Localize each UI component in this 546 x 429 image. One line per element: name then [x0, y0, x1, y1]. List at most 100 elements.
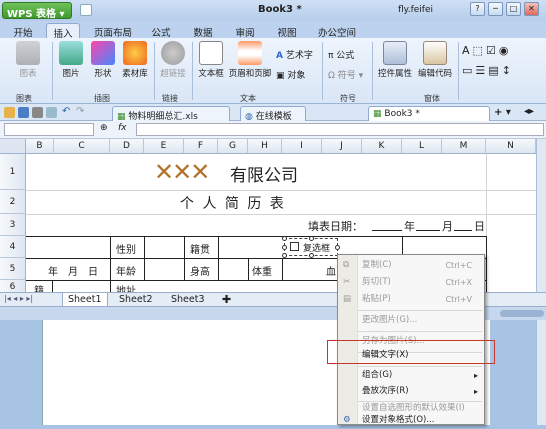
user-name[interactable]: fly.feifei	[398, 5, 433, 15]
formula-input[interactable]	[136, 123, 544, 136]
row-header[interactable]: 1	[0, 154, 26, 190]
asset-library-label: 素材库	[122, 69, 148, 79]
tab-page-layout[interactable]: 页面布局	[88, 23, 138, 39]
vertical-scrollbar-lower[interactable]	[536, 320, 546, 425]
row-header[interactable]: 5	[0, 258, 26, 280]
menu-item-format-object[interactable]: ⚙ 设置对象格式(O)...	[338, 412, 484, 429]
fx-icon[interactable]: fx	[118, 123, 127, 133]
name-box[interactable]	[4, 123, 94, 136]
chart-button[interactable]: 图表	[8, 41, 48, 79]
resize-handle[interactable]	[309, 253, 314, 258]
sheet-nav-arrows[interactable]: |◂ ◂ ▸ ▸|	[4, 294, 33, 303]
row-header[interactable]: 6	[0, 280, 26, 292]
minimize-button[interactable]: ─	[488, 2, 503, 16]
help-icon[interactable]: ?	[470, 2, 485, 16]
tab-home[interactable]: 开始	[6, 23, 40, 39]
doc-tab-templates[interactable]: ◍ 在线模板	[240, 106, 306, 122]
picture-button[interactable]: 图片	[56, 41, 86, 79]
ribbon-tab-row: 开始 插入 页面布局 公式 数据 审阅 视图 办公空间	[0, 21, 546, 40]
chart-label: 图表	[19, 69, 37, 79]
menu-item-copy[interactable]: ⧉ 复制(C) Ctrl+C	[338, 257, 484, 274]
add-sheet-button[interactable]: ✚	[222, 293, 231, 306]
print-preview-icon[interactable]	[46, 107, 57, 118]
resize-handle[interactable]	[282, 253, 287, 258]
group-symbol-label: 符号	[340, 94, 356, 103]
wordart-icon: A	[276, 51, 283, 61]
tab-office-space[interactable]: 办公空间	[312, 23, 362, 39]
menu-item-label: 组合(G)	[362, 370, 393, 380]
separator	[192, 42, 193, 100]
column-header[interactable]: E	[144, 139, 184, 154]
column-header[interactable]: M	[442, 139, 486, 154]
tab-review[interactable]: 审阅	[228, 23, 262, 39]
checkbox-control[interactable]: 复选框	[282, 236, 340, 258]
edit-code-button[interactable]: 编辑代码	[416, 41, 454, 79]
zoom-slider[interactable]	[500, 310, 544, 317]
shape-button[interactable]: 形状	[88, 41, 118, 79]
column-header[interactable]: N	[486, 139, 536, 154]
tab-formula[interactable]: 公式	[144, 23, 178, 39]
menu-item-group[interactable]: 组合(G) ▸	[338, 367, 484, 384]
zoom-fx-icon[interactable]: ⊕	[100, 123, 108, 133]
tab-view[interactable]: 视图	[270, 23, 304, 39]
resize-handle[interactable]	[335, 245, 340, 250]
object-button[interactable]: ▣ 对象	[276, 68, 305, 81]
column-header[interactable]: D	[110, 139, 144, 154]
column-header[interactable]: I	[282, 139, 322, 154]
maximize-button[interactable]: □	[506, 2, 521, 16]
sheet-tab-3[interactable]: Sheet3	[166, 293, 210, 307]
hyperlink-button[interactable]: 超链接	[158, 41, 188, 79]
sheet-tab-1[interactable]: Sheet1	[62, 293, 108, 307]
menu-item-paste[interactable]: ▤ 粘贴(P) Ctrl+V	[338, 291, 484, 308]
asset-library-button[interactable]: 素材库	[120, 41, 150, 79]
column-header[interactable]: H	[248, 139, 282, 154]
menu-item-cut[interactable]: ✂ 剪切(T) Ctrl+X	[338, 274, 484, 291]
save-icon[interactable]	[18, 107, 29, 118]
formula-button[interactable]: π 公式	[328, 48, 354, 61]
select-all-corner[interactable]	[0, 139, 26, 154]
sheet-tab-2[interactable]: Sheet2	[114, 293, 158, 307]
form-controls-row1[interactable]: A⬚☑◉	[462, 44, 511, 57]
birth-date-label: 年 月 日	[48, 267, 98, 278]
doc-tab-materials[interactable]: ▦ 物料明细总汇.xls	[112, 106, 230, 122]
column-header[interactable]: L	[402, 139, 442, 154]
row-header[interactable]: 2	[0, 190, 26, 214]
tab-data[interactable]: 数据	[186, 23, 220, 39]
header-footer-button[interactable]: 页眉和页脚	[228, 41, 272, 79]
app-menu-button[interactable]: WPS 表格 ▾	[2, 2, 72, 20]
column-header[interactable]: B	[26, 139, 54, 154]
form-controls-row2[interactable]: ▭☰▤↕	[462, 64, 514, 77]
column-header[interactable]: C	[54, 139, 110, 154]
date-underline	[454, 230, 472, 231]
column-header[interactable]: J	[322, 139, 362, 154]
new-tab-button[interactable]: + ▾	[494, 107, 511, 118]
control-properties-button[interactable]: 控件属性	[376, 41, 414, 79]
tab-scroll-arrows[interactable]: ◂▸	[524, 106, 534, 117]
menu-item-order[interactable]: 叠放次序(R) ▸	[338, 383, 484, 400]
textbox-button[interactable]: 文本框	[196, 41, 226, 79]
symbol-button[interactable]: Ω 符号 ▾	[328, 68, 363, 81]
tab-insert[interactable]: 插入	[46, 23, 80, 40]
open-icon[interactable]	[4, 107, 15, 118]
paste-icon: ▤	[343, 294, 352, 304]
column-header[interactable]: F	[184, 139, 218, 154]
column-header[interactable]: G	[218, 139, 248, 154]
save-quick-icon[interactable]	[80, 4, 92, 16]
resize-handle[interactable]	[282, 236, 287, 241]
print-icon[interactable]	[32, 107, 43, 118]
column-header[interactable]: K	[362, 139, 402, 154]
doc-tab-book3[interactable]: ▦ Book3 *	[368, 106, 490, 121]
row-header[interactable]: 4	[0, 236, 26, 258]
doc-tab-label: Book3 *	[384, 109, 420, 119]
menu-item-change-picture[interactable]: 更改图片(G)...	[338, 312, 484, 329]
row-header[interactable]: 3	[0, 214, 26, 236]
wordart-button[interactable]: A 艺术字	[276, 48, 313, 61]
control-properties-icon	[383, 41, 407, 65]
resize-handle[interactable]	[309, 236, 314, 241]
redo-icon[interactable]: ↷	[76, 106, 84, 117]
close-button[interactable]: ✕	[524, 2, 539, 16]
vertical-scrollbar[interactable]	[536, 139, 546, 292]
undo-icon[interactable]: ↶	[62, 106, 70, 117]
resize-handle[interactable]	[282, 245, 287, 250]
menu-item-label: 叠放次序(R)	[362, 386, 409, 396]
